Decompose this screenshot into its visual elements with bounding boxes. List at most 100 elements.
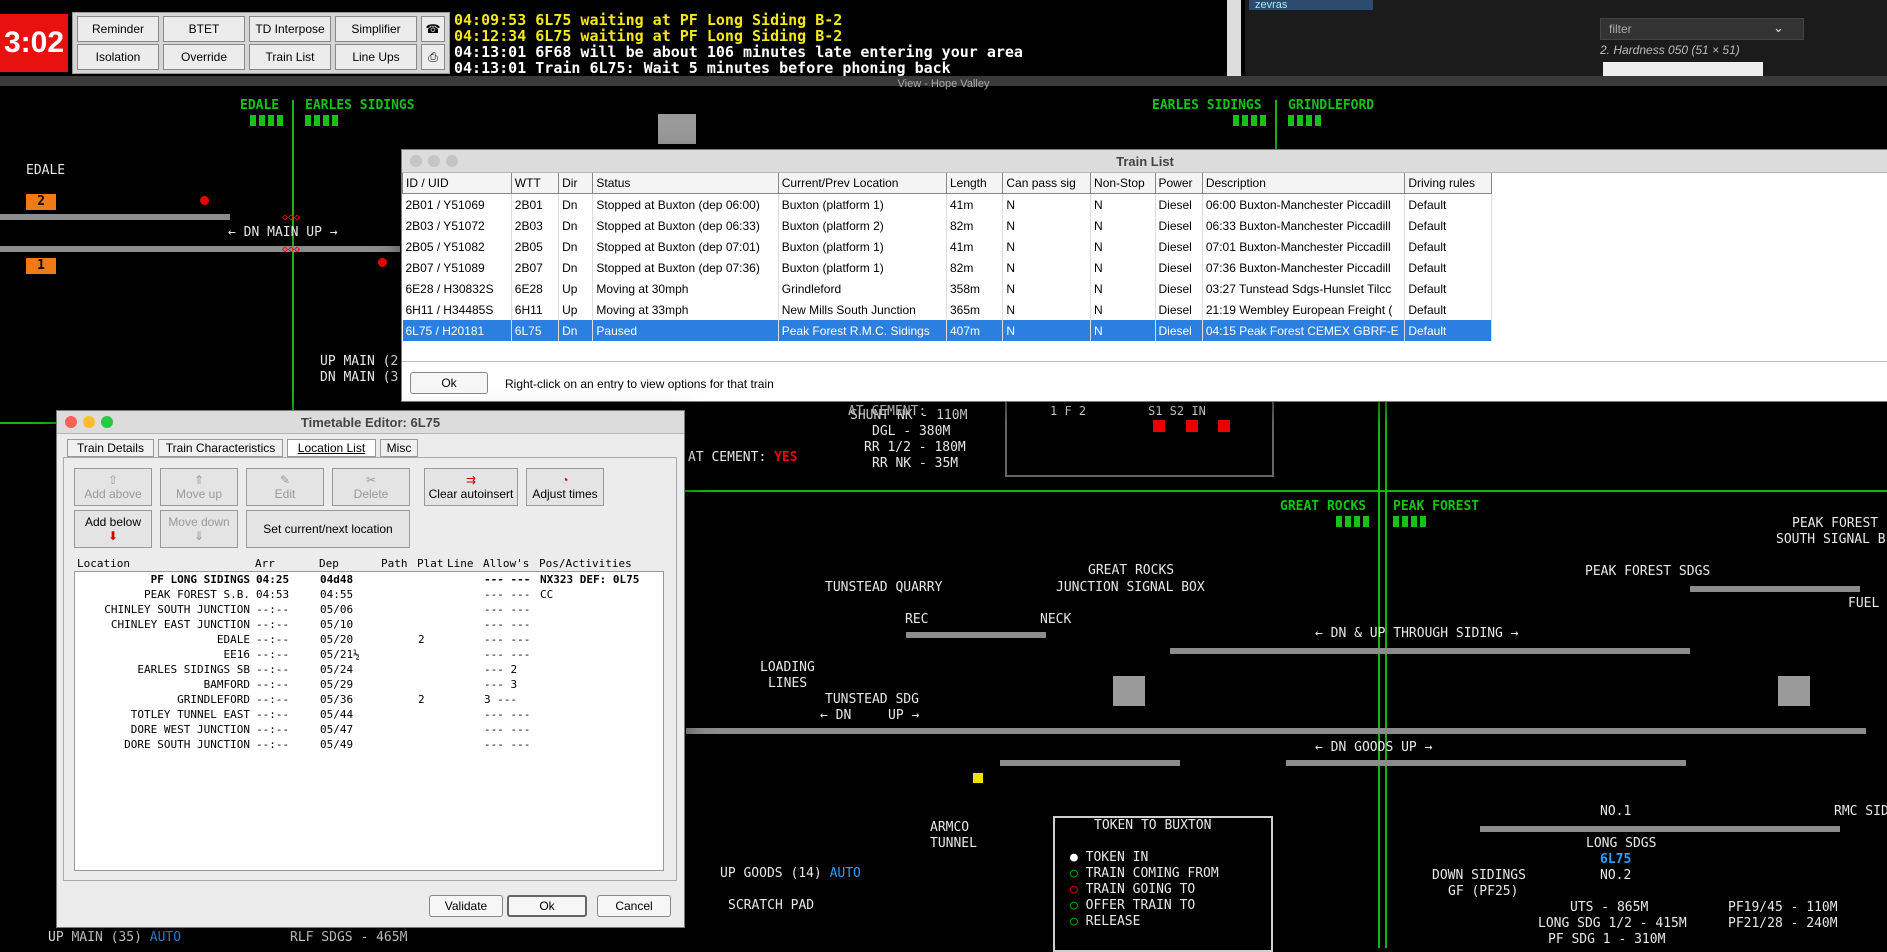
move-up-button[interactable]: ⇑ Move up	[160, 468, 238, 506]
column-header[interactable]: Length	[945, 173, 1004, 194]
adjust-times-button[interactable]: ◔ Adjust times	[526, 468, 604, 506]
table-cell: N	[1002, 193, 1092, 215]
signal-box-icon[interactable]	[1778, 676, 1810, 706]
table-cell: Diesel	[1155, 278, 1203, 299]
isolation-button[interactable]: Isolation	[77, 44, 159, 70]
table-cell: N	[1090, 299, 1156, 320]
table-row[interactable]: 2B03 / Y51072 2B03 Dn Stopped at Buxton (de…	[402, 215, 1492, 236]
capacity-label: SHUNT NK - 110M	[850, 408, 968, 423]
column-header[interactable]: Non-Stop	[1090, 173, 1156, 194]
train-list-ok-button[interactable]: Ok	[410, 372, 488, 394]
table-cell: Default	[1404, 278, 1492, 299]
train-list-titlebar[interactable]: Train List	[402, 150, 1887, 173]
token-item[interactable]: ○ TRAIN COMING FROM	[1070, 866, 1219, 881]
table-cell: Stopped at Buxton (dep 07:01)	[592, 236, 779, 257]
token-item[interactable]: ○ TRAIN GOING TO	[1070, 882, 1195, 897]
token-item[interactable]: ○ OFFER TRAIN TO	[1070, 898, 1195, 913]
btet-button[interactable]: BTET	[163, 16, 245, 42]
location-row[interactable]: PF LONG SIDINGS 04:25 04d48 --- --- NX323 DE…	[75, 572, 663, 587]
location-row[interactable]: PEAK FOREST S.B. 04:53 04:55 --- --- CC	[75, 587, 663, 602]
set-current-location-button[interactable]: Set current/next location	[246, 510, 410, 548]
override-button[interactable]: Override	[163, 44, 245, 70]
ok-button[interactable]: Ok	[507, 895, 587, 917]
location-row[interactable]: GRINDLEFORD --:-- 05/36 2 3 ---	[75, 692, 663, 707]
indicator-lamp	[1186, 420, 1198, 432]
tab-train-characteristics[interactable]: Train Characteristics	[158, 439, 283, 457]
table-row[interactable]: 2B07 / Y51089 2B07 Dn Stopped at Buxton (de…	[402, 257, 1492, 278]
column-header[interactable]: Status	[592, 173, 779, 194]
column-header[interactable]: ID / UID	[402, 173, 512, 194]
line-label: UP MAIN (35) AUTO	[48, 930, 182, 945]
column-header[interactable]: Can pass sig	[1002, 173, 1092, 194]
token-item[interactable]: ○ RELEASE	[1070, 914, 1140, 929]
location-cell: --- ---	[484, 723, 531, 736]
signal-icon[interactable]	[378, 258, 387, 267]
add-below-button[interactable]: Add below ⬇	[74, 510, 152, 548]
column-header[interactable]: WTT	[510, 173, 560, 194]
location-row[interactable]: CHINLEY EAST JUNCTION --:-- 05/10 --- ---	[75, 617, 663, 632]
signal-icon[interactable]	[200, 196, 209, 205]
table-cell: Buxton (platform 1)	[778, 257, 947, 278]
simplifier-button[interactable]: Simplifier	[335, 16, 417, 42]
location-row[interactable]: DORE SOUTH JUNCTION --:-- 05/49 --- ---	[75, 737, 663, 752]
signal-box-icon[interactable]	[658, 114, 696, 144]
tab-train-details[interactable]: Train Details	[67, 439, 154, 457]
delete-button[interactable]: ✂ Delete	[332, 468, 410, 506]
move-down-button[interactable]: Move down ⇓	[160, 510, 238, 548]
token-panel-title: TOKEN TO BUXTON	[1088, 818, 1218, 833]
token-item[interactable]: ● TOKEN IN	[1070, 850, 1148, 865]
location-row[interactable]: CHINLEY SOUTH JUNCTION --:-- 05/06 --- ---	[75, 602, 663, 617]
phone-icon[interactable]: ☎	[421, 16, 445, 42]
brush-presets[interactable]	[1603, 62, 1763, 76]
location-cell: TOTLEY TUNNEL EAST	[130, 708, 250, 721]
reminder-button[interactable]: Reminder	[77, 16, 159, 42]
clear-icon: ⇉	[465, 473, 477, 487]
tab-misc[interactable]: Misc	[380, 439, 418, 457]
column-header[interactable]: Driving rules	[1404, 173, 1492, 194]
clear-autoinsert-button[interactable]: ⇉ Clear autoinsert	[424, 468, 518, 506]
line-label: UP MAIN (2	[320, 354, 399, 369]
cancel-button[interactable]: Cancel	[597, 895, 671, 917]
location-cell	[445, 722, 481, 737]
chevron-down-icon[interactable]: ⌄	[1773, 20, 1784, 36]
message-line: 04:13:01 Train 6L75: Wait 5 minutes befo…	[454, 59, 951, 76]
table-row[interactable]: 2B01 / Y51069 2B01 Dn Stopped at Buxton (de…	[402, 193, 1492, 215]
edit-button[interactable]: ✎ Edit	[246, 468, 324, 506]
column-header: Line	[447, 557, 474, 570]
validate-button[interactable]: Validate	[429, 895, 503, 917]
train-headcode[interactable]: 6L75	[1600, 852, 1631, 867]
train-list-button[interactable]: Train List	[249, 44, 331, 70]
td-interpose-button[interactable]: TD Interpose	[249, 16, 331, 42]
printer-icon[interactable]: ⎙	[421, 44, 445, 70]
location-cell	[415, 647, 445, 662]
location-row[interactable]: EDALE --:-- 05/20 2 --- ---	[75, 632, 663, 647]
user-badge[interactable]: zevras	[1249, 0, 1373, 11]
location-row[interactable]: EE16 --:-- 05/21½ --- ---	[75, 647, 663, 662]
message-scrollbar[interactable]	[1227, 0, 1241, 76]
location-row[interactable]: BAMFORD --:-- 05/29 --- 3	[75, 677, 663, 692]
preset-label: 2. Hardness 050 (51 × 51)	[1600, 43, 1740, 57]
location-cell: 05/29	[320, 678, 354, 691]
tab-location-list[interactable]: Location List	[287, 439, 376, 457]
column-header[interactable]: Power	[1154, 173, 1203, 194]
location-cell: 05/47	[320, 723, 354, 736]
location-row[interactable]: TOTLEY TUNNEL EAST --:-- 05/44 --- ---	[75, 707, 663, 722]
table-cell: N	[1090, 257, 1156, 278]
location-cell: --:--	[256, 738, 290, 751]
location-row[interactable]: EARLES SIDINGS SB --:-- 05/24 --- 2	[75, 662, 663, 677]
add-above-button[interactable]: ⇧ Add above	[74, 468, 152, 506]
column-header[interactable]: Current/Prev Location	[777, 173, 947, 194]
location-row[interactable]: DORE WEST JUNCTION --:-- 05/47 --- ---	[75, 722, 663, 737]
signal-box-icon[interactable]	[1113, 676, 1145, 706]
column-header[interactable]: Dir	[558, 173, 594, 194]
table-row[interactable]: 6E28 / H30832S 6E28 Up Moving at 30mph Grind…	[402, 278, 1492, 299]
line-ups-button[interactable]: Line Ups	[335, 44, 417, 70]
table-row[interactable]: 6L75 / H20181 6L75 Dn Paused Peak Forest R.M…	[402, 320, 1492, 341]
column-header[interactable]: Description	[1201, 173, 1406, 194]
table-row[interactable]: 2B05 / Y51082 2B05 Dn Stopped at Buxton (de…	[402, 236, 1492, 257]
location-cell	[537, 647, 663, 662]
location-cell	[379, 602, 415, 617]
table-row[interactable]: 6H11 / H34485S 6H11 Up Moving at 33mph New M…	[402, 299, 1492, 320]
timetable-titlebar[interactable]: Timetable Editor: 6L75	[57, 411, 684, 434]
capacity-label: UTS - 865M	[1570, 900, 1649, 915]
